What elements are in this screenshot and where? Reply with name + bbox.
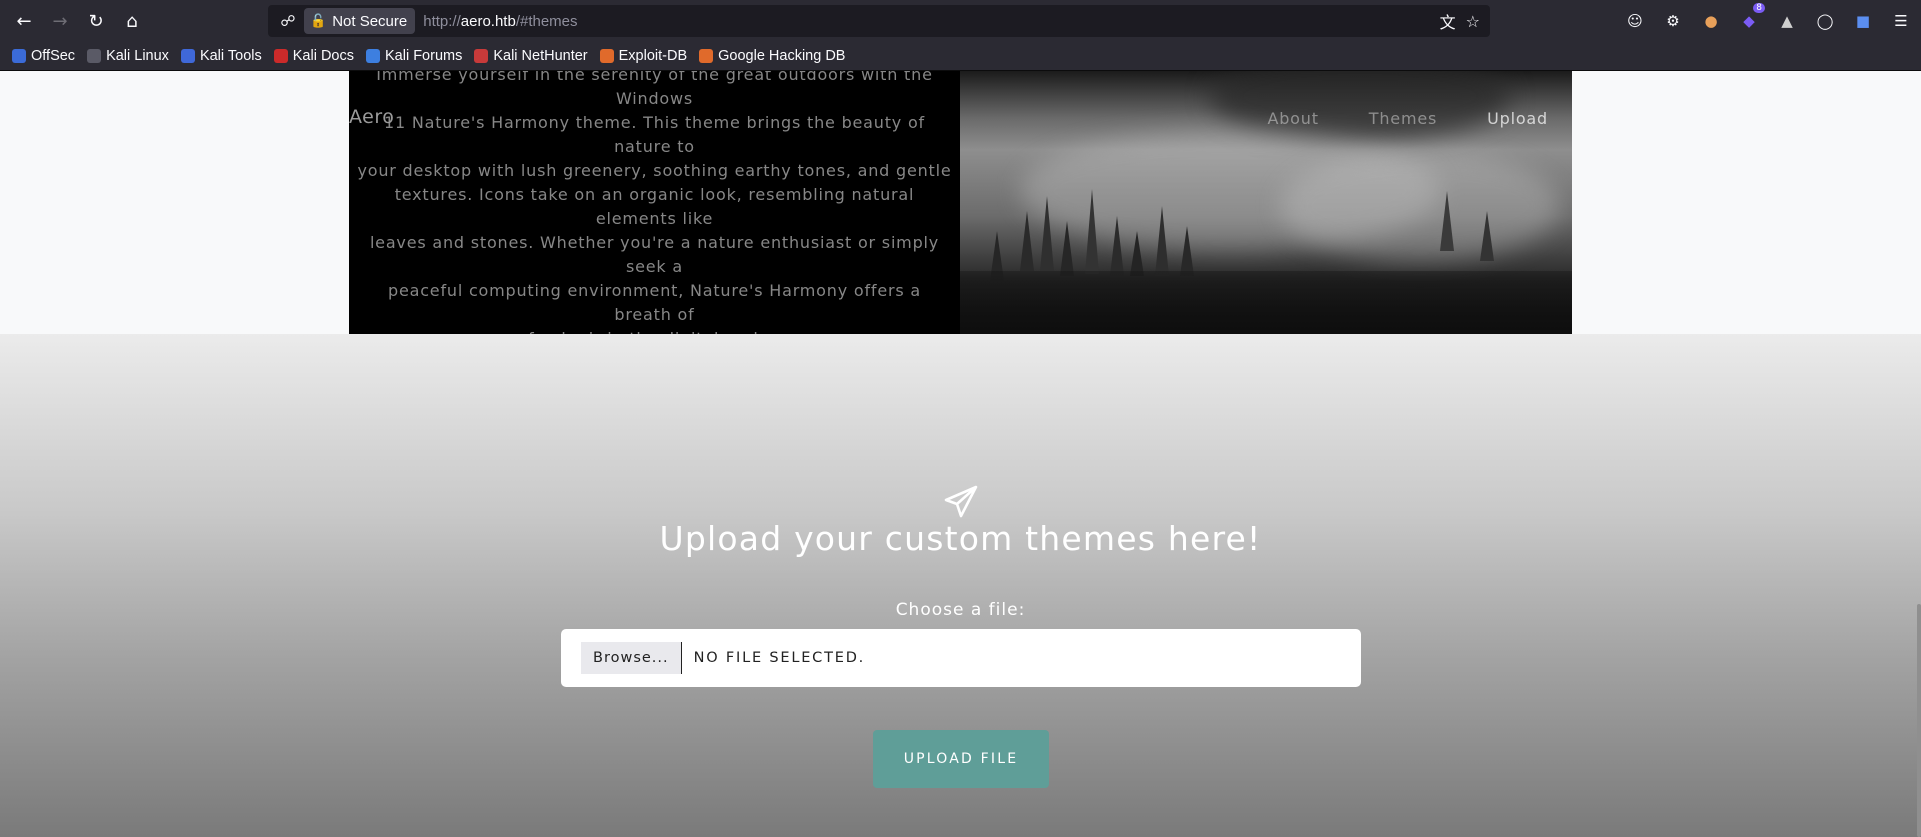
translator-extension-icon[interactable]: ■: [1851, 9, 1875, 33]
bookmark-kali-linux[interactable]: Kali Linux: [87, 48, 169, 64]
bookmarks-bar: OffSec Kali Linux Kali Tools Kali Docs K…: [0, 42, 1921, 71]
theme-description-line: your desktop with lush greenery, soothin…: [357, 161, 952, 180]
hat-extension-icon[interactable]: ▲: [1775, 9, 1799, 33]
url-bar[interactable]: ☍ 🔓 Not Secure http://aero.htb/#themes 文…: [268, 5, 1490, 37]
shield-extension-icon[interactable]: ◆ 8: [1737, 3, 1765, 33]
bookmark-google-hacking-db[interactable]: Google Hacking DB: [699, 48, 845, 64]
url-prefix: http://: [423, 12, 461, 30]
theme-description-line: peaceful computing environment, Nature's…: [388, 281, 921, 324]
bookmark-label: Kali Tools: [199, 48, 262, 64]
cookie-extension-icon[interactable]: ●: [1699, 9, 1723, 33]
bookmark-label: Kali Linux: [106, 48, 169, 64]
browse-button[interactable]: Browse...: [581, 642, 682, 674]
bookmark-kali-nethunter[interactable]: Kali NetHunter: [474, 48, 588, 64]
bookmark-kali-forums[interactable]: Kali Forums: [365, 48, 463, 64]
bookmark-offsec[interactable]: OffSec: [12, 48, 75, 64]
bookmark-label: Google Hacking DB: [718, 48, 846, 64]
choose-file-label: Choose a file:: [895, 600, 1026, 620]
not-secure-indicator[interactable]: 🔓 Not Secure: [304, 8, 416, 34]
menu-icon[interactable]: ☰: [1889, 9, 1913, 33]
reload-icon[interactable]: ↻: [78, 3, 114, 39]
ghdb-icon: [699, 49, 714, 63]
kali-forums-icon: [365, 49, 380, 63]
url-host: aero.htb: [460, 12, 516, 30]
kali-docs-icon: [273, 49, 288, 63]
nav-themes[interactable]: Themes: [1369, 109, 1437, 128]
upload-title: Upload your custom themes here!: [659, 519, 1262, 558]
bookmark-label: Exploit-DB: [618, 48, 688, 64]
file-input[interactable]: Browse... NO FILE SELECTED.: [561, 629, 1361, 687]
bookmark-label: Kali Docs: [292, 48, 354, 64]
nethunter-icon: [474, 49, 489, 63]
kali-dragon-icon: [87, 49, 102, 63]
no-file-status: NO FILE SELECTED.: [693, 650, 866, 666]
site-navbar: Aero About Themes Upload: [349, 106, 1572, 136]
theme-description-line: textures. Icons take on an organic look,…: [394, 185, 915, 228]
bookmark-star-icon[interactable]: ☆: [1466, 12, 1480, 31]
translate-icon[interactable]: 文: [1440, 9, 1456, 33]
metamask-extension-icon[interactable]: ◯: [1813, 9, 1837, 33]
bookmark-label: OffSec: [31, 48, 76, 64]
url-text[interactable]: http://aero.htb/#themes: [423, 13, 577, 30]
themes-section: Immerse yourself in the serenity of the …: [0, 71, 1921, 348]
back-icon[interactable]: ←: [6, 3, 42, 39]
bookmark-kali-tools[interactable]: Kali Tools: [180, 48, 262, 64]
theme-description-line: leaves and stones. Whether you're a natu…: [369, 233, 940, 276]
extensions-icon[interactable]: ⚙: [1661, 9, 1685, 33]
nav-about[interactable]: About: [1267, 109, 1318, 128]
upload-file-button[interactable]: UPLOAD FILE: [873, 730, 1049, 788]
offsec-icon: [12, 49, 26, 63]
page-scrollbar[interactable]: [1917, 604, 1921, 837]
url-path: /#themes: [515, 12, 578, 30]
bookmark-label: Kali NetHunter: [493, 48, 588, 64]
paper-plane-icon: [944, 485, 978, 518]
page-viewport: Immerse yourself in the serenity of the …: [0, 71, 1921, 837]
bookmark-exploit-db[interactable]: Exploit-DB: [599, 48, 688, 64]
account-icon[interactable]: ☺: [1623, 9, 1647, 33]
theme-description-line: Immerse yourself in the serenity of the …: [376, 71, 933, 108]
kali-tools-icon: [180, 49, 195, 63]
upload-section: Upload your custom themes here! Choose a…: [0, 334, 1921, 837]
bookmark-kali-docs[interactable]: Kali Docs: [273, 48, 354, 64]
forward-icon[interactable]: →: [42, 3, 78, 39]
site-brand[interactable]: Aero: [349, 106, 394, 128]
exploit-db-icon: [599, 49, 614, 63]
not-secure-label: Not Secure: [332, 12, 408, 30]
home-icon[interactable]: ⌂: [114, 3, 150, 39]
tracking-shield-icon[interactable]: ☍: [278, 12, 298, 30]
bookmark-label: Kali Forums: [384, 48, 463, 64]
browser-toolbar: ← → ↻ ⌂ ☍ 🔓 Not Secure http://aero.htb/#…: [0, 0, 1921, 42]
extension-badge: 8: [1753, 3, 1765, 13]
nav-upload[interactable]: Upload: [1487, 109, 1548, 128]
insecure-lock-icon: 🔓: [310, 13, 327, 28]
